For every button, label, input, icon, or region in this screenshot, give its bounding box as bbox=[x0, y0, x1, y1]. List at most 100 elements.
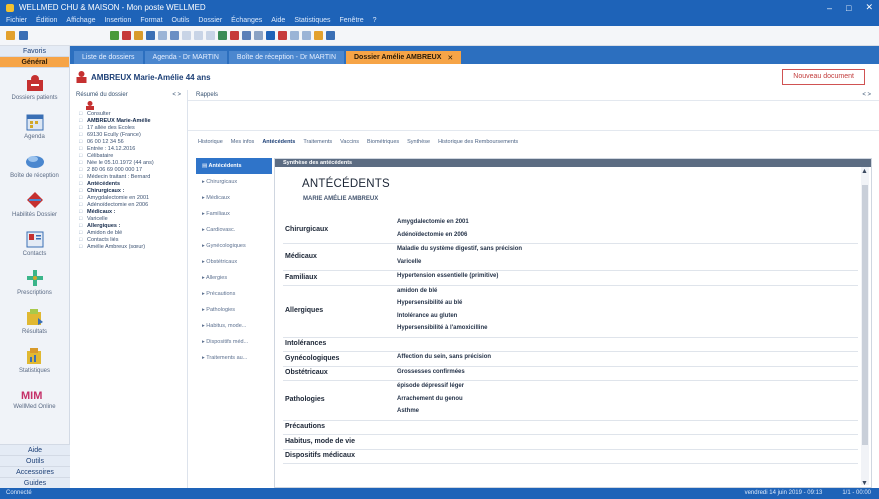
reminders-nav[interactable]: < > bbox=[862, 92, 871, 98]
star-icon[interactable] bbox=[314, 31, 323, 40]
status-bar: Connecté vendredi 14 juin 2019 - 09:13 1… bbox=[0, 488, 879, 499]
sidebar-item-habilites[interactable]: Habilités Dossier bbox=[0, 185, 69, 224]
sidebar-bottom-guides[interactable]: Guides bbox=[0, 477, 70, 488]
category-item[interactable]: ▸ Gynécologiques bbox=[196, 238, 272, 254]
tab-item[interactable]: Liste de dossiers bbox=[74, 51, 143, 64]
mail-icon[interactable] bbox=[326, 31, 335, 40]
maximize-button[interactable]: □ bbox=[846, 3, 851, 13]
antecedent-value: Amygdalectomie en 2001 bbox=[397, 219, 469, 225]
new-icon[interactable] bbox=[110, 31, 119, 40]
check-icon[interactable] bbox=[218, 31, 227, 40]
sidebar-item-boite-reception[interactable]: Boîte de réception bbox=[0, 146, 69, 185]
antecedent-category: Dispositifs médicaux bbox=[285, 452, 356, 460]
scroll-thumb[interactable] bbox=[862, 185, 868, 445]
category-item[interactable]: ▸ Chirurgicaux bbox=[196, 174, 272, 190]
status-left: Connecté bbox=[6, 490, 32, 496]
subtab-item[interactable]: Mes infos bbox=[231, 139, 255, 145]
paste-icon[interactable] bbox=[206, 31, 215, 40]
preview-icon[interactable] bbox=[158, 31, 167, 40]
menu-item[interactable]: Affichage bbox=[66, 17, 95, 24]
sidebar-item-prescriptions[interactable]: Prescriptions bbox=[0, 263, 69, 302]
subtab-item[interactable]: Antécédents bbox=[262, 139, 295, 145]
menu-item[interactable]: Fichier bbox=[6, 17, 27, 24]
alert-icon[interactable] bbox=[278, 31, 287, 40]
sidebar-item-dossiers-patients[interactable]: Dossiers patients bbox=[0, 68, 69, 107]
sidebar-item-agenda[interactable]: Agenda bbox=[0, 107, 69, 146]
menu-item[interactable]: Échanges bbox=[231, 17, 262, 24]
category-item[interactable]: ▸ Dispositifs méd... bbox=[196, 334, 272, 350]
antecedent-value: Maladie du système digestif, sans précis… bbox=[397, 246, 523, 252]
menu-item[interactable]: Fenêtre bbox=[340, 17, 364, 24]
subtab-item[interactable]: Historique des Remboursements bbox=[438, 139, 518, 145]
svg-text:MIM: MIM bbox=[21, 390, 42, 401]
menu-item[interactable]: ? bbox=[373, 17, 377, 24]
antecedent-category: Allergiques bbox=[285, 307, 324, 314]
sidebar-tab-general[interactable]: Général bbox=[0, 57, 69, 68]
menu-item[interactable]: Dossier bbox=[198, 17, 222, 24]
menu-item[interactable]: Outils bbox=[172, 17, 190, 24]
sidebar-item-label: Statistiques bbox=[18, 367, 51, 374]
tab-item[interactable]: Boîte de réception - Dr MARTIN bbox=[228, 51, 344, 64]
subtab-item[interactable]: Historique bbox=[198, 139, 223, 145]
sidebar-bottom-aide[interactable]: Aide bbox=[0, 444, 70, 455]
category-item[interactable]: ▸ Familiaux bbox=[196, 206, 272, 222]
print-icon[interactable] bbox=[146, 31, 155, 40]
category-item[interactable]: ▸ Traitements au... bbox=[196, 350, 272, 366]
antecedent-row: Habitus, mode de vie bbox=[283, 435, 858, 450]
category-item[interactable]: ▤ Antécédents bbox=[196, 158, 272, 174]
category-item[interactable]: ▸ Cardiovasc. bbox=[196, 222, 272, 238]
patient-info-line: Médecin traitant : Bernard bbox=[70, 174, 187, 181]
delete-icon[interactable] bbox=[122, 31, 131, 40]
summary-panel-nav[interactable]: < > bbox=[172, 90, 181, 101]
subtab-item[interactable]: Biométriques bbox=[367, 139, 399, 145]
table-icon[interactable] bbox=[302, 31, 311, 40]
new-document-button[interactable]: Nouveau document bbox=[782, 69, 865, 85]
calendar-icon bbox=[26, 114, 43, 130]
menu-item[interactable]: Statistiques bbox=[294, 17, 330, 24]
refresh-icon[interactable] bbox=[242, 31, 251, 40]
sidebar-item-label: Contacts bbox=[22, 250, 47, 257]
tab-item[interactable]: Agenda - Dr MARTIN bbox=[144, 51, 227, 64]
cross-icon[interactable] bbox=[230, 31, 239, 40]
sidebar-item-resultats[interactable]: Résultats bbox=[0, 302, 69, 341]
category-item[interactable]: ▸ Habitus, mode... bbox=[196, 318, 272, 334]
scroll-up-icon[interactable]: ▲ bbox=[861, 168, 868, 175]
category-item[interactable]: ▸ Pathologies bbox=[196, 302, 272, 318]
sidebar-item-statistiques[interactable]: Statistiques bbox=[0, 341, 69, 380]
reminders-area[interactable] bbox=[188, 101, 879, 131]
sidebar-bottom-outils[interactable]: Outils bbox=[0, 455, 70, 466]
sidebar-bottom-accessoires[interactable]: Accessoires bbox=[0, 466, 70, 477]
category-item[interactable]: ▸ Allergies bbox=[196, 270, 272, 286]
minimize-button[interactable]: – bbox=[827, 3, 832, 13]
menu-item[interactable]: Insertion bbox=[104, 17, 131, 24]
category-item[interactable]: ▸ Précautions bbox=[196, 286, 272, 302]
tab-close-icon[interactable]: ✕ bbox=[447, 54, 453, 62]
sidebar-item-wellmed-online[interactable]: MIM WellMed Online bbox=[0, 380, 69, 419]
sidebar-item-contacts[interactable]: Contacts bbox=[0, 224, 69, 263]
scroll-down-icon[interactable]: ▼ bbox=[861, 480, 868, 487]
subtab-item[interactable]: Synthèse bbox=[407, 139, 430, 145]
menu-item[interactable]: Format bbox=[140, 17, 162, 24]
close-button[interactable]: ✕ bbox=[865, 2, 873, 13]
category-item[interactable]: ▸ Médicaux bbox=[196, 190, 272, 206]
menu-item[interactable]: Édition bbox=[36, 17, 57, 24]
folder-icon[interactable] bbox=[134, 31, 143, 40]
sidebar-tab-favoris[interactable]: Favoris bbox=[0, 46, 69, 57]
document-scrollbar[interactable]: ▲ ▼ bbox=[861, 167, 869, 487]
menu-item[interactable]: Aide bbox=[271, 17, 285, 24]
patient-info-line: 2 80 06 69 000 000 17 bbox=[70, 167, 187, 174]
subtab-item[interactable]: Traitements bbox=[303, 139, 332, 145]
user-icon[interactable] bbox=[266, 31, 275, 40]
subtab-item[interactable]: Vaccins bbox=[340, 139, 359, 145]
category-item[interactable]: ▸ Obstétricaux bbox=[196, 254, 272, 270]
antecedent-categories: ▤ Antécédents ▸ Chirurgicaux ▸ Médicaux ▸ F… bbox=[196, 158, 272, 488]
zoom-icon[interactable] bbox=[254, 31, 263, 40]
dropdown-icon[interactable] bbox=[19, 31, 28, 40]
save-icon[interactable] bbox=[170, 31, 179, 40]
copy-icon[interactable] bbox=[194, 31, 203, 40]
antecedent-value: Intolérance au gluten bbox=[397, 312, 458, 319]
calendar-small-icon[interactable] bbox=[290, 31, 299, 40]
cut-icon[interactable] bbox=[182, 31, 191, 40]
home-icon[interactable] bbox=[6, 31, 15, 40]
tab-item[interactable]: Dossier Amélie AMBREUX ✕ bbox=[346, 51, 462, 64]
